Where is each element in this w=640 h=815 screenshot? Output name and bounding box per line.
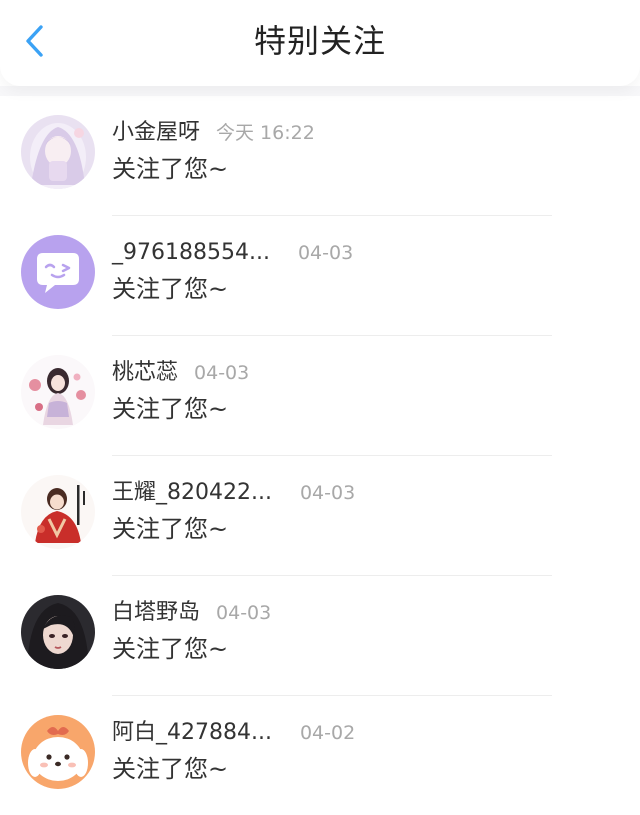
message-text: 关注了您~: [112, 155, 229, 183]
timestamp: 04-03: [297, 242, 354, 264]
avatar[interactable]: [21, 715, 95, 789]
item-header: 桃芯蕊 04-03: [112, 358, 249, 388]
list-item[interactable]: 桃芯蕊 04-03 关注了您~: [0, 336, 640, 456]
user-name[interactable]: _976188554...: [112, 238, 270, 268]
timestamp: 04-02: [299, 722, 356, 744]
user-name[interactable]: 阿白_427884...: [112, 718, 272, 748]
page-title: 特别关注: [253, 22, 386, 60]
top-bar: 特别关注: [0, 0, 640, 86]
avatar[interactable]: [21, 115, 95, 189]
user-name[interactable]: 白塔野岛: [112, 598, 200, 628]
timestamp: 04-03: [299, 482, 356, 504]
flower-girl-avatar-icon: [21, 355, 95, 429]
message-text: 关注了您~: [112, 395, 229, 423]
item-header: _976188554... 04-03: [112, 238, 353, 268]
timestamp: 04-03: [216, 602, 272, 624]
list-item[interactable]: 白塔野岛 04-03 关注了您~: [0, 576, 640, 696]
message-text: 关注了您~: [112, 275, 229, 303]
user-name[interactable]: 王耀_820422...: [112, 478, 272, 508]
list-item[interactable]: 王耀_820422... 04-03 关注了您~: [0, 456, 640, 576]
item-header: 王耀_820422... 04-03: [112, 478, 355, 508]
avatar[interactable]: [21, 235, 95, 309]
message-text: 关注了您~: [112, 515, 229, 543]
follow-notification-list: 小金屋呀 今天 16:22 关注了您~ _976188554... 04-03 关注…: [0, 96, 640, 815]
message-text: 关注了您~: [112, 755, 229, 783]
cute-dog-avatar-icon: [21, 715, 95, 789]
message-text: 关注了您~: [112, 635, 229, 663]
item-header: 小金屋呀 今天 16:22: [112, 118, 315, 148]
list-item[interactable]: 阿白_427884... 04-02 关注了您~: [0, 696, 640, 815]
dark-hair-avatar-icon: [21, 595, 95, 669]
header-separator: [0, 86, 640, 96]
timestamp: 今天 16:22: [216, 122, 315, 144]
item-header: 阿白_427884... 04-02: [112, 718, 355, 748]
avatar[interactable]: [21, 595, 95, 669]
avatar[interactable]: [21, 355, 95, 429]
item-header: 白塔野岛 04-03: [112, 598, 271, 628]
anime-girl-avatar-icon: [21, 115, 95, 189]
timestamp: 04-03: [194, 362, 250, 384]
avatar[interactable]: [21, 475, 95, 549]
list-item[interactable]: _976188554... 04-03 关注了您~: [0, 216, 640, 336]
list-item[interactable]: 小金屋呀 今天 16:22 关注了您~: [0, 96, 640, 216]
user-name[interactable]: 桃芯蕊: [112, 358, 178, 388]
special-follow-page: 特别关注 小金屋呀 今天 16:22 关注了您~ _976188554... 0…: [0, 0, 640, 815]
purple-wink-avatar-icon: [21, 235, 95, 309]
user-name[interactable]: 小金屋呀: [112, 118, 200, 148]
red-robe-avatar-icon: [21, 475, 95, 549]
